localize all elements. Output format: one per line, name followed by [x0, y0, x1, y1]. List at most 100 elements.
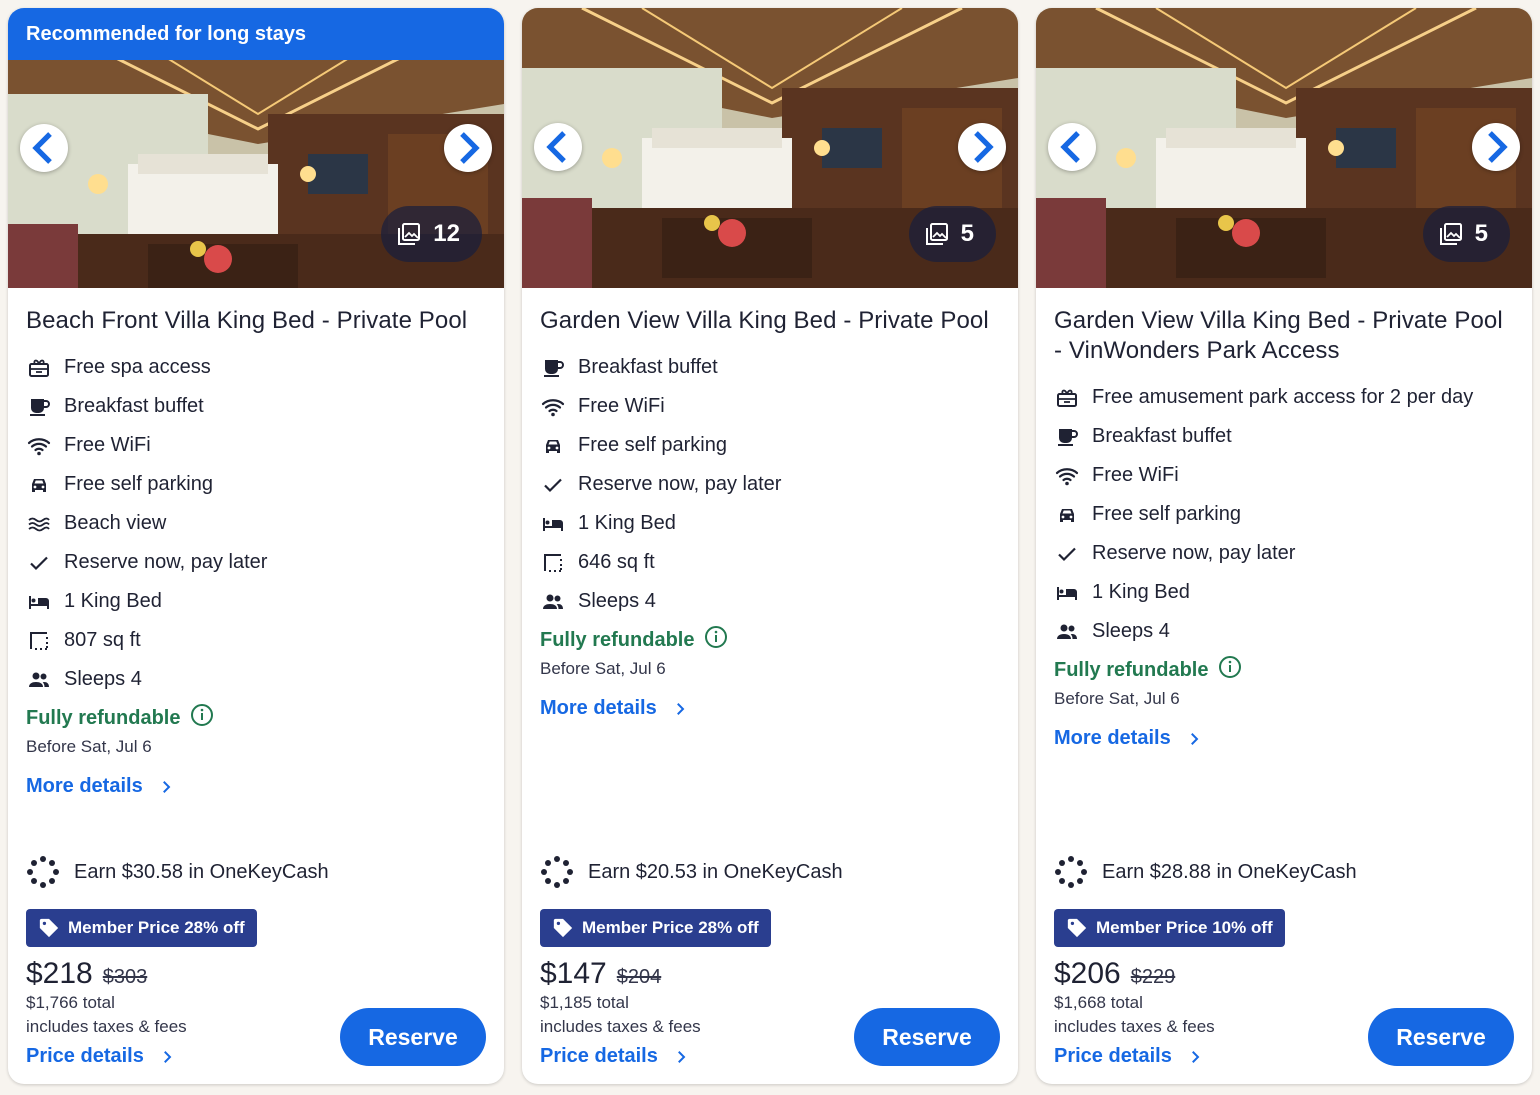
- chevron-right-icon: [1472, 72, 1520, 222]
- info-button[interactable]: [1218, 655, 1242, 685]
- amenity-item: 1 King Bed: [26, 582, 486, 621]
- reserve-button[interactable]: Reserve: [1368, 1008, 1514, 1066]
- price-details-link[interactable]: Price details: [540, 1045, 690, 1068]
- check-icon: [541, 473, 565, 497]
- check-icon: [1055, 542, 1079, 566]
- previous-photo-button[interactable]: [20, 124, 68, 172]
- previous-photo-button[interactable]: [1048, 123, 1096, 171]
- original-price: $204: [616, 966, 662, 988]
- room-photo[interactable]: 5: [522, 8, 1018, 288]
- gallery-icon: [397, 222, 421, 246]
- price: $147: [540, 957, 607, 990]
- amenity-item: Free amusement park access for 2 per day: [1054, 378, 1514, 417]
- original-price: $303: [102, 966, 148, 988]
- reserve-button[interactable]: Reserve: [854, 1008, 1000, 1066]
- amenity-label: Beach view: [64, 512, 167, 534]
- photo-count-button[interactable]: 5: [908, 206, 996, 262]
- bed-icon: [541, 512, 565, 536]
- amenity-label: Free self parking: [1092, 503, 1241, 525]
- chevron-right-icon: [1185, 730, 1203, 748]
- info-button[interactable]: [190, 703, 214, 733]
- refund-status: Fully refundable: [1054, 655, 1514, 685]
- amenity-item: Free self parking: [1054, 495, 1514, 534]
- refund-status: Fully refundable: [26, 703, 486, 733]
- check-icon: [27, 551, 51, 575]
- people-icon: [27, 668, 51, 692]
- amenity-item: Free WiFi: [540, 387, 1000, 426]
- chevron-right-icon: [671, 700, 689, 718]
- onekeycash-row: Earn $28.88 in OneKeyCash: [1054, 855, 1514, 889]
- room-card[interactable]: Recommended for long stays 12 Beach Front …: [8, 8, 504, 1084]
- waves-icon: [27, 512, 51, 536]
- photo-count-button[interactable]: 12: [381, 206, 482, 262]
- next-photo-button[interactable]: [1472, 123, 1520, 171]
- amenity-item: Reserve now, pay later: [540, 465, 1000, 504]
- amenity-item: Sleeps 4: [1054, 612, 1514, 651]
- badge-label: Member Price 28% off: [68, 918, 245, 937]
- room-card[interactable]: 5 Garden View Villa King Bed - Private Po…: [1036, 8, 1532, 1084]
- chevron-right-icon: [958, 72, 1006, 222]
- amenity-label: 1 King Bed: [64, 590, 162, 612]
- room-photo[interactable]: 5: [1036, 8, 1532, 288]
- reserve-button[interactable]: Reserve: [340, 1008, 486, 1066]
- amenity-label: Breakfast buffet: [1092, 425, 1232, 447]
- refund-label: Fully refundable: [26, 706, 181, 729]
- member-price-badge: Member Price 28% off: [26, 909, 257, 947]
- room-title: Garden View Villa King Bed - Private Poo…: [540, 307, 989, 334]
- amenity-label: Reserve now, pay later: [578, 473, 782, 495]
- onekeycash-label: Earn $30.58 in OneKeyCash: [74, 860, 329, 883]
- amenity-item: 1 King Bed: [540, 504, 1000, 543]
- info-icon: [1218, 655, 1242, 679]
- bed-icon: [27, 590, 51, 614]
- onekeycash-label: Earn $20.53 in OneKeyCash: [588, 860, 843, 883]
- recommended-banner: Recommended for long stays: [8, 8, 504, 60]
- onekeycash-row: Earn $30.58 in OneKeyCash: [26, 855, 486, 889]
- amenity-item: Sleeps 4: [540, 582, 1000, 621]
- tag-icon: [552, 917, 574, 939]
- room-photo[interactable]: 12: [8, 60, 504, 288]
- amenity-label: Free self parking: [578, 434, 727, 456]
- amenity-item: Breakfast buffet: [540, 348, 1000, 387]
- amenity-label: Sleeps 4: [64, 668, 142, 690]
- more-details-link[interactable]: More details: [26, 775, 175, 798]
- car-icon: [541, 434, 565, 458]
- wifi-icon: [541, 395, 565, 419]
- room-card[interactable]: 5 Garden View Villa King Bed - Private Po…: [522, 8, 1018, 1084]
- more-details-link[interactable]: More details: [540, 697, 689, 720]
- photo-count-button[interactable]: 5: [1422, 206, 1510, 262]
- amenity-label: Free WiFi: [1092, 464, 1179, 486]
- amenity-label: Free WiFi: [64, 434, 151, 456]
- amenity-label: Free amusement park access for 2 per day: [1092, 386, 1474, 408]
- coffee-icon: [541, 356, 565, 380]
- tag-icon: [1066, 917, 1088, 939]
- chevron-left-icon: [534, 72, 582, 222]
- car-icon: [27, 473, 51, 497]
- previous-photo-button[interactable]: [534, 123, 582, 171]
- amenity-item: Sleeps 4: [26, 660, 486, 699]
- amenity-label: Sleeps 4: [578, 590, 656, 612]
- chevron-right-icon: [444, 73, 492, 223]
- spa-icon: [1055, 386, 1079, 410]
- amenity-label: 1 King Bed: [1092, 581, 1190, 603]
- amenity-item: 807 sq ft: [26, 621, 486, 660]
- amenity-item: Free spa access: [26, 348, 486, 387]
- price-details-label: Price details: [26, 1045, 144, 1067]
- amenity-label: Breakfast buffet: [64, 395, 204, 417]
- price-details-link[interactable]: Price details: [26, 1045, 176, 1068]
- bed-icon: [1055, 581, 1079, 605]
- member-price-badge: Member Price 28% off: [540, 909, 771, 947]
- price-details-label: Price details: [1054, 1045, 1172, 1067]
- more-details-label: More details: [540, 697, 657, 719]
- more-details-label: More details: [26, 775, 143, 797]
- next-photo-button[interactable]: [444, 124, 492, 172]
- info-button[interactable]: [704, 625, 728, 655]
- more-details-link[interactable]: More details: [1054, 727, 1203, 750]
- amenity-label: Free WiFi: [578, 395, 665, 417]
- more-details-label: More details: [1054, 727, 1171, 749]
- chevron-left-icon: [1048, 72, 1096, 222]
- next-photo-button[interactable]: [958, 123, 1006, 171]
- area-icon: [541, 551, 565, 575]
- photo-count: 12: [433, 220, 460, 247]
- price-details-link[interactable]: Price details: [1054, 1045, 1204, 1068]
- info-icon: [190, 703, 214, 727]
